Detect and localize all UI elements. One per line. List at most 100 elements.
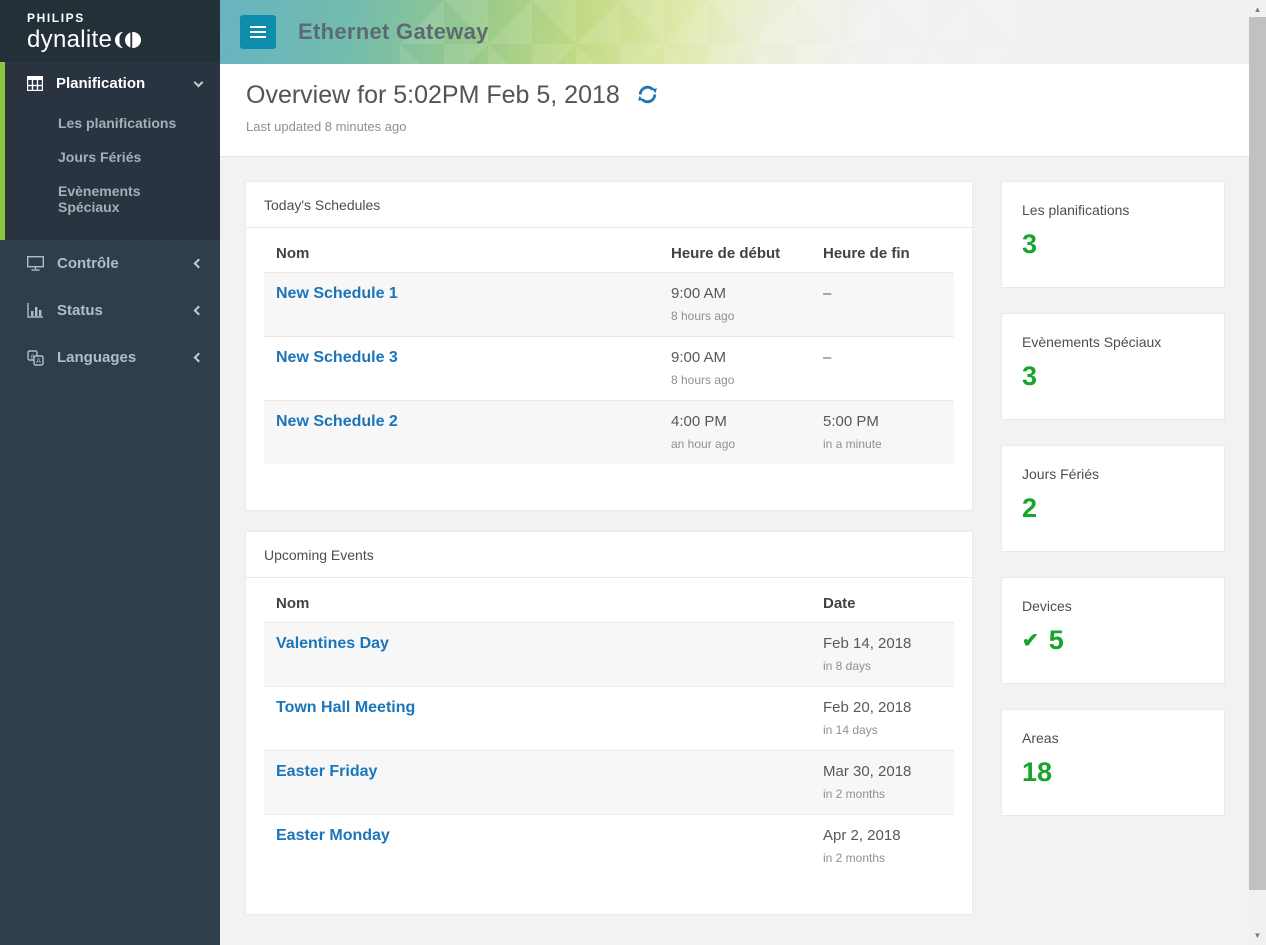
sidebar-item-status[interactable]: Status <box>0 287 220 334</box>
table-row: New Schedule 2 4:00 PM an hour ago 5:00 … <box>264 401 954 465</box>
event-link[interactable]: Easter Friday <box>276 763 377 780</box>
monitor-icon <box>27 256 44 272</box>
event-date: Mar 30, 2018 <box>823 763 954 780</box>
table-row: New Schedule 1 9:00 AM 8 hours ago – <box>264 273 954 337</box>
end-time-relative: in a minute <box>823 437 954 451</box>
start-time: 9:00 AM <box>671 285 811 302</box>
event-link[interactable]: Easter Monday <box>276 827 390 844</box>
sidebar: PHILIPS dynalite <box>0 0 220 945</box>
event-link[interactable]: Valentines Day <box>276 635 389 652</box>
stat-card-les-planifications: Les planifications 3 <box>1001 181 1225 288</box>
sidebar-group-planification: Planification Les planifications Jours F… <box>0 62 220 240</box>
planification-submenu: Les planifications Jours Fériés Evènemen… <box>5 104 220 240</box>
overview-header: Overview for 5:02PM Feb 5, 2018 Last upd… <box>220 64 1249 157</box>
column-header-date: Date <box>811 578 954 623</box>
start-time-relative: an hour ago <box>671 437 811 451</box>
refresh-icon <box>636 83 659 109</box>
table-header-row: Nom Heure de début Heure de fin <box>264 228 954 273</box>
event-date-relative: in 2 months <box>823 787 954 801</box>
start-time-relative: 8 hours ago <box>671 309 811 323</box>
sidebar-item-les-planifications[interactable]: Les planifications <box>5 106 220 140</box>
page-title: Overview for 5:02PM Feb 5, 2018 <box>246 81 620 110</box>
column-header-nom: Nom <box>264 228 659 273</box>
language-icon: A a <box>27 350 44 366</box>
stat-card-areas: Areas 18 <box>1001 709 1225 816</box>
end-time: – <box>823 349 954 366</box>
event-date: Feb 14, 2018 <box>823 635 954 652</box>
scrollbar-up-arrow-icon[interactable]: ▲ <box>1249 5 1266 14</box>
main-content: Today's Schedules Nom Heure de début Heu… <box>220 157 1249 945</box>
last-updated-text: Last updated 8 minutes ago <box>246 119 1249 134</box>
stat-card-devices: Devices ✔ 5 <box>1001 577 1225 684</box>
event-date: Feb 20, 2018 <box>823 699 954 716</box>
schedule-link[interactable]: New Schedule 2 <box>276 413 398 430</box>
stat-card-jours-feries: Jours Fériés 2 <box>1001 445 1225 552</box>
sidebar-item-evenements-speciaux[interactable]: Evènements Spéciaux <box>5 174 220 224</box>
schedule-link[interactable]: New Schedule 1 <box>276 285 398 302</box>
stat-label: Les planifications <box>1022 202 1204 218</box>
svg-text:a: a <box>31 353 35 360</box>
card-title: Upcoming Events <box>246 532 972 578</box>
stat-value: 3 <box>1022 229 1204 260</box>
stat-label: Devices <box>1022 598 1204 614</box>
stat-label: Jours Fériés <box>1022 466 1204 482</box>
event-date-relative: in 2 months <box>823 851 954 865</box>
brand-logo: PHILIPS dynalite <box>0 0 220 62</box>
check-icon: ✔ <box>1022 628 1039 653</box>
sidebar-item-label: Status <box>57 302 103 319</box>
column-header-nom: Nom <box>264 578 811 623</box>
sidebar-item-controle[interactable]: Contrôle <box>0 240 220 287</box>
dynalite-logo-icon <box>115 32 142 53</box>
svg-text:A: A <box>36 358 41 365</box>
chevron-left-icon <box>194 306 204 316</box>
card-title: Today's Schedules <box>246 182 972 228</box>
events-table: Nom Date Valentines Day Feb 14, 2018 in … <box>264 578 954 878</box>
app-title: Ethernet Gateway <box>298 19 489 45</box>
sidebar-item-label: Languages <box>57 349 136 366</box>
stat-label: Evènements Spéciaux <box>1022 334 1204 350</box>
sidebar-item-planification[interactable]: Planification <box>5 62 220 104</box>
table-row: Easter Monday Apr 2, 2018 in 2 months <box>264 815 954 879</box>
event-date: Apr 2, 2018 <box>823 827 954 844</box>
stat-value: 2 <box>1022 493 1204 524</box>
grid-icon <box>27 76 44 92</box>
sidebar-item-jours-feries[interactable]: Jours Fériés <box>5 140 220 174</box>
scrollbar-thumb[interactable] <box>1249 17 1266 890</box>
upcoming-events-card: Upcoming Events Nom Date Valentines Day … <box>245 531 973 915</box>
end-time: 5:00 PM <box>823 413 954 430</box>
column-header-end: Heure de fin <box>811 228 954 273</box>
start-time: 4:00 PM <box>671 413 811 430</box>
brand-philips-wordmark: PHILIPS <box>27 11 220 25</box>
chevron-left-icon <box>194 259 204 269</box>
brand-dynalite-wordmark: dynalite <box>27 26 112 54</box>
app-header: Ethernet Gateway <box>220 0 1249 64</box>
vertical-scrollbar[interactable]: ▲ ▼ <box>1249 0 1266 945</box>
sidebar-item-label: Planification <box>56 75 145 92</box>
stat-card-evenements-speciaux: Evènements Spéciaux 3 <box>1001 313 1225 420</box>
stat-value: 18 <box>1022 757 1204 788</box>
chevron-down-icon <box>194 78 204 88</box>
todays-schedules-card: Today's Schedules Nom Heure de début Heu… <box>245 181 973 511</box>
start-time: 9:00 AM <box>671 349 811 366</box>
stat-value: 3 <box>1022 361 1204 392</box>
schedules-table: Nom Heure de début Heure de fin New Sche… <box>264 228 954 464</box>
chevron-left-icon <box>194 353 204 363</box>
bar-chart-icon <box>27 303 44 319</box>
schedule-link[interactable]: New Schedule 3 <box>276 349 398 366</box>
stat-value: 5 <box>1049 625 1064 656</box>
table-header-row: Nom Date <box>264 578 954 623</box>
table-row: New Schedule 3 9:00 AM 8 hours ago – <box>264 337 954 401</box>
table-row: Valentines Day Feb 14, 2018 in 8 days <box>264 623 954 687</box>
event-link[interactable]: Town Hall Meeting <box>276 699 415 716</box>
end-time: – <box>823 285 954 302</box>
table-row: Town Hall Meeting Feb 20, 2018 in 14 day… <box>264 687 954 751</box>
refresh-button[interactable] <box>636 83 659 109</box>
scrollbar-down-arrow-icon[interactable]: ▼ <box>1249 931 1266 940</box>
table-row: Easter Friday Mar 30, 2018 in 2 months <box>264 751 954 815</box>
sidebar-item-label: Contrôle <box>57 255 119 272</box>
start-time-relative: 8 hours ago <box>671 373 811 387</box>
sidebar-item-languages[interactable]: A a Languages <box>0 334 220 381</box>
column-header-start: Heure de début <box>659 228 811 273</box>
stat-label: Areas <box>1022 730 1204 746</box>
hamburger-menu-button[interactable] <box>240 15 276 49</box>
